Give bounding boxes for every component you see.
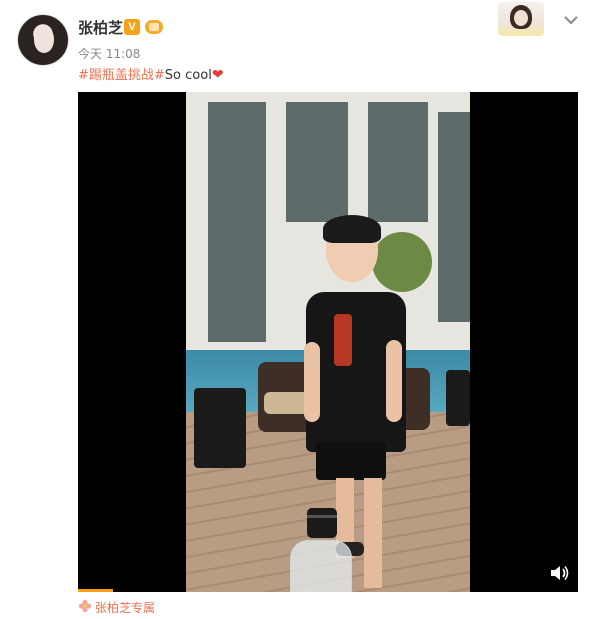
source-link[interactable]: 张柏芝专属 [95,599,155,616]
post-time[interactable]: 今天 11:08 [78,45,140,62]
video-frame [186,92,470,592]
tree [372,232,432,292]
heart-emoji: ❤ [211,67,224,83]
ad-avatar-face [514,10,528,26]
water-bottle [290,540,352,592]
author-avatar[interactable] [17,14,69,66]
post-body: So cool [164,68,212,83]
side-table [194,388,246,468]
side-table [446,370,470,426]
author-name[interactable]: 张柏芝 [78,17,123,38]
building-windows [286,102,348,222]
kid-hair [323,215,381,243]
flower-icon [78,599,92,613]
shirt-print [334,314,352,366]
weibo-post-card: 张柏芝 V 今天 11:08 #踢瓶盖挑战#So cool❤ 张柏芝专属 [0,0,594,619]
building-windows [438,112,470,322]
video-player[interactable] [78,92,578,592]
building-windows [368,102,428,222]
ad-avatar-image[interactable] [498,2,544,36]
video-progress-bar[interactable] [78,589,113,592]
post-text: #踢瓶盖挑战#So cool❤ [78,66,224,85]
member-crown-icon [145,20,163,34]
volume-icon[interactable] [549,564,569,582]
kid-arm [386,340,402,422]
hashtag-link[interactable]: #踢瓶盖挑战# [78,68,165,83]
bottle-cap [307,508,337,538]
kid-leg [364,478,382,588]
kid-shorts [316,442,386,480]
avatar-face [34,27,54,53]
verified-v-icon: V [124,19,140,35]
kid-arm [304,342,320,422]
building-windows [208,102,266,342]
chevron-down-icon[interactable] [563,12,579,28]
